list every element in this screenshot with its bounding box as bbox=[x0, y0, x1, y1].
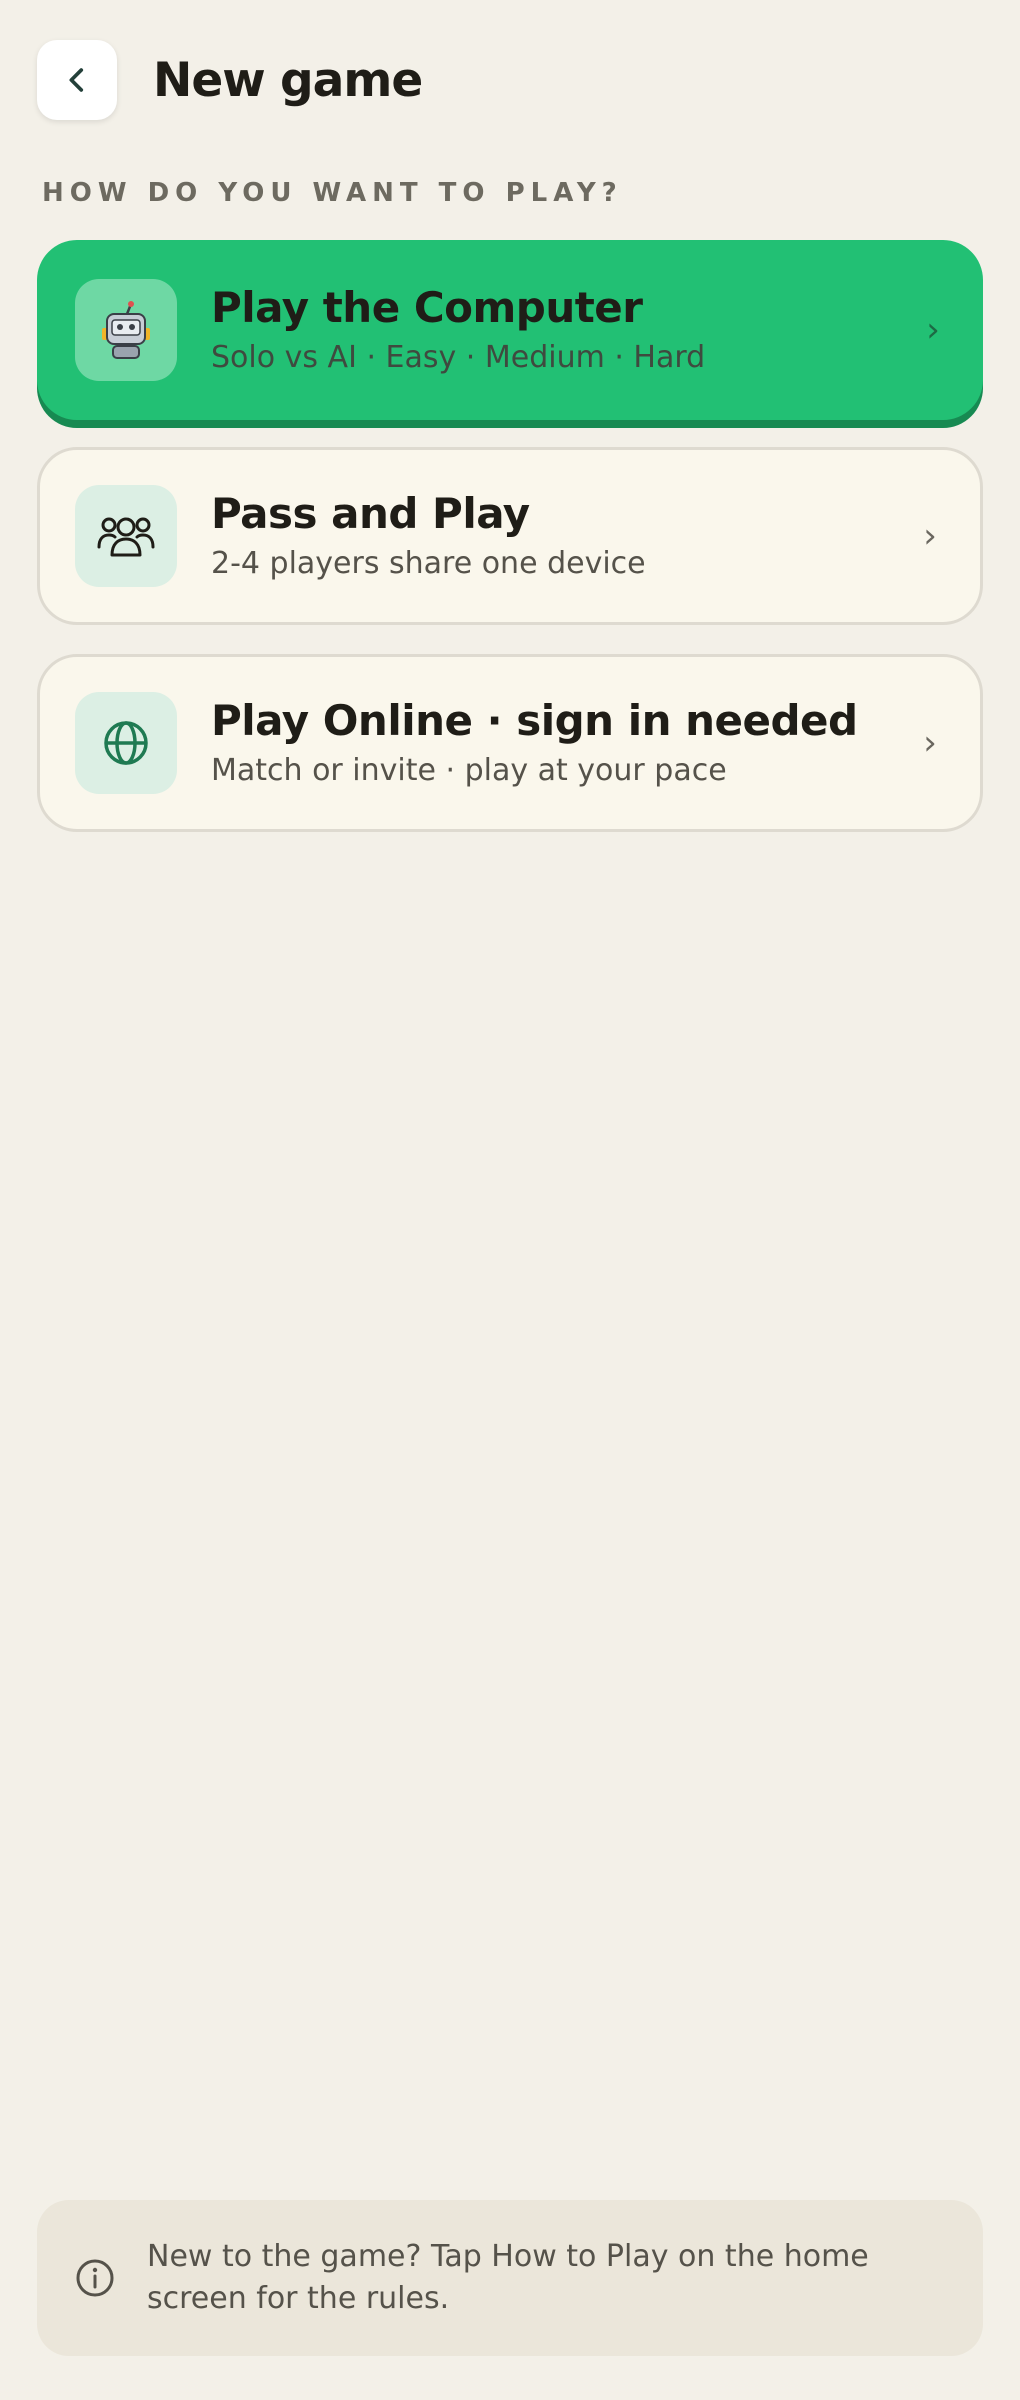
chevron-right-icon: › bbox=[923, 723, 937, 763]
page-title: New game bbox=[153, 52, 423, 108]
option-subtitle: Match or invite · play at your pace bbox=[211, 753, 727, 789]
header: New game bbox=[37, 40, 983, 120]
users-icon-tile bbox=[75, 485, 177, 587]
chevron-right-icon: › bbox=[926, 310, 940, 350]
globe-icon bbox=[104, 721, 148, 765]
users-icon bbox=[97, 517, 155, 557]
globe-icon-tile bbox=[75, 692, 177, 794]
option-title: Play Online · sign in needed bbox=[211, 695, 858, 745]
option-title: Play the Computer bbox=[211, 282, 643, 332]
option-subtitle: 2-4 players share one device bbox=[211, 546, 646, 582]
play-computer-card[interactable]: Play the Computer Solo vs AI · Easy · Me… bbox=[37, 240, 983, 420]
section-label: HOW DO YOU WANT TO PLAY? bbox=[42, 178, 623, 208]
info-banner: New to the game? Tap How to Play on the … bbox=[37, 2200, 983, 2356]
info-text: New to the game? Tap How to Play on the … bbox=[147, 2239, 869, 2316]
robot-icon bbox=[102, 301, 150, 359]
back-button[interactable] bbox=[37, 40, 117, 120]
info-icon bbox=[76, 2259, 114, 2297]
pass-and-play-card[interactable]: Pass and Play 2-4 players share one devi… bbox=[37, 447, 983, 625]
chevron-right-icon: › bbox=[923, 516, 937, 556]
play-online-card[interactable]: Play Online · sign in needed Match or in… bbox=[37, 654, 983, 832]
option-title: Pass and Play bbox=[211, 488, 530, 538]
chevron-left-icon bbox=[69, 68, 84, 92]
robot-icon-tile bbox=[75, 279, 177, 381]
option-subtitle: Solo vs AI · Easy · Medium · Hard bbox=[211, 340, 706, 376]
